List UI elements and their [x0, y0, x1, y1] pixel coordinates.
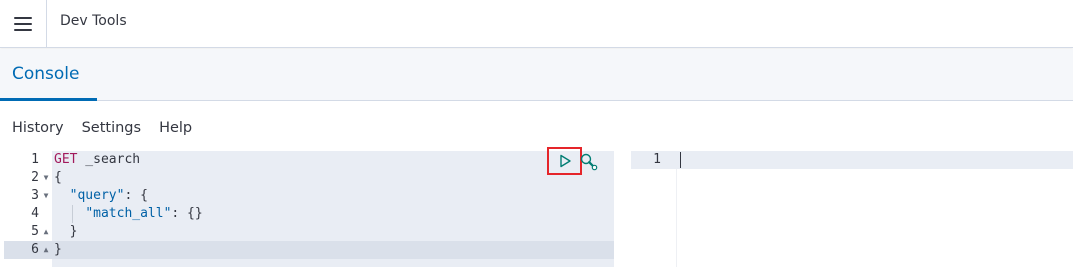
line-code: {	[54, 170, 62, 185]
output-line-active: 1	[631, 151, 1073, 169]
line-number: 1	[4, 151, 39, 169]
play-icon	[559, 154, 571, 168]
fold-toggle-icon[interactable]: ▼	[41, 169, 51, 187]
request-editor[interactable]: 1 GET _search 2 ▼ { 3 ▼ "query": { 4 "ma…	[4, 151, 614, 267]
editor-line: 4 "match_all": {}	[4, 205, 614, 223]
line-code: "query": {	[69, 188, 148, 203]
fold-toggle-icon[interactable]: ▲	[41, 241, 51, 259]
line-code: }	[54, 242, 62, 257]
request-path: _search	[77, 152, 141, 167]
console-menu: History Settings Help	[0, 120, 192, 142]
editor-line: 5 ▲ }	[4, 223, 614, 241]
editor-line: 2 ▼ {	[4, 169, 614, 187]
history-link[interactable]: History	[12, 120, 64, 142]
text-cursor	[680, 152, 681, 168]
line-code: GET _search	[54, 151, 140, 169]
editor-line-active: 6 ▲ }	[4, 241, 614, 259]
line-code: "match_all": {}	[85, 206, 203, 221]
help-link[interactable]: Help	[159, 120, 192, 142]
tab-bar: Console	[0, 49, 1073, 101]
line-number: 5	[4, 223, 39, 241]
line-number: 4	[4, 205, 39, 223]
line-number: 3	[4, 187, 39, 205]
request-options-button[interactable]	[579, 152, 599, 172]
json-key: "query"	[69, 188, 125, 203]
http-method: GET	[54, 152, 78, 167]
tab-console[interactable]: Console	[0, 49, 97, 101]
send-request-button[interactable]	[547, 147, 582, 175]
fold-toggle-icon[interactable]: ▲	[41, 223, 51, 241]
menu-button[interactable]	[0, 0, 47, 48]
editor-line: 1 GET _search	[4, 151, 614, 169]
wrench-icon	[580, 153, 598, 171]
editor-line: 3 ▼ "query": {	[4, 187, 614, 205]
line-number: 2	[4, 169, 39, 187]
line-number: 6	[4, 241, 39, 259]
response-panel[interactable]: 1	[631, 151, 1073, 267]
app-title: Dev Tools	[60, 13, 127, 29]
json-key: "match_all"	[85, 206, 172, 221]
settings-link[interactable]: Settings	[82, 120, 141, 142]
fold-toggle-icon[interactable]: ▼	[41, 187, 51, 205]
top-header: Dev Tools	[0, 0, 1073, 48]
line-number: 1	[653, 152, 661, 167]
line-code: }	[54, 224, 78, 239]
hamburger-icon	[14, 17, 32, 31]
